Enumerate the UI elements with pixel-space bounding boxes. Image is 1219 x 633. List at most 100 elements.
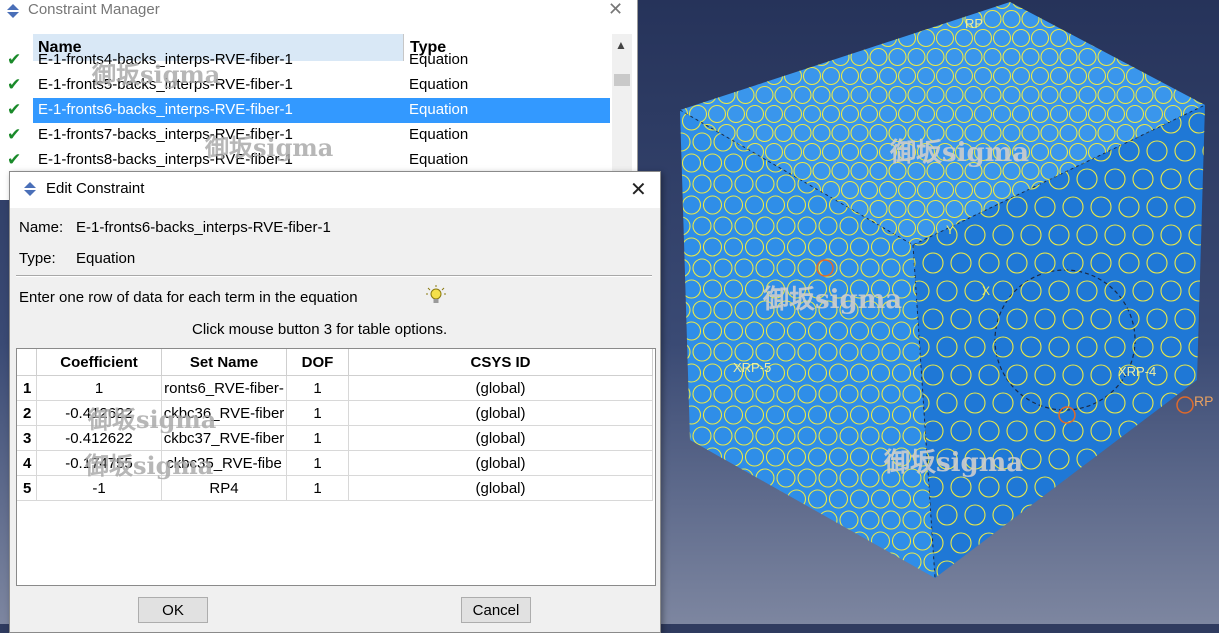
- instruction-text: Enter one row of data for each term in t…: [19, 289, 358, 306]
- cancel-button[interactable]: Cancel: [461, 597, 531, 623]
- abaqus-app-icon: [5, 3, 21, 19]
- mesh-node-circle: [1184, 0, 1201, 9]
- row-number: 2: [17, 401, 37, 426]
- mesh-node-circle: [842, 30, 859, 47]
- row-number: 3: [17, 426, 37, 451]
- mesh-node-circle: [889, 11, 906, 28]
- mesh-node-circle: [1146, 0, 1163, 9]
- edit-constraint-titlebar[interactable]: Edit Constraint ✕: [10, 172, 660, 208]
- mesh-node-circle: [832, 11, 849, 28]
- check-icon: ✔: [7, 75, 21, 95]
- mesh-node-circle: [662, 532, 680, 550]
- mesh-node-circle: [661, 87, 678, 104]
- mesh-node-circle: [975, 0, 992, 9]
- mesh-node-circle: [1117, 11, 1134, 28]
- cell-dof[interactable]: 1: [287, 451, 349, 476]
- header-csys-id[interactable]: CSYS ID: [349, 349, 653, 376]
- name-value: E-1-fronts6-backs_interps-RVE-fiber-1: [76, 219, 331, 236]
- mesh-node-circle: [672, 553, 690, 571]
- cell-coefficient[interactable]: 1: [37, 376, 162, 401]
- mesh-node-circle: [704, 532, 722, 550]
- rp-edge-label: RP: [1194, 393, 1213, 409]
- mesh-node-circle: [672, 91, 690, 109]
- mesh-node-circle: [1105, 449, 1125, 469]
- mesh-node-circle: [756, 11, 773, 28]
- cell-csys-id[interactable]: (global): [349, 476, 653, 501]
- mesh-node-circle: [652, 144, 669, 161]
- cell-dof[interactable]: 1: [287, 426, 349, 451]
- mesh-node-circle: [747, 0, 764, 9]
- mesh-node-circle: [699, 49, 716, 66]
- mesh-node-circle: [661, 49, 678, 66]
- mesh-node-circle: [1165, 0, 1182, 9]
- mesh-node-circle: [1174, 49, 1191, 66]
- mesh-node-circle: [1105, 561, 1125, 581]
- mesh-node-circle: [794, 49, 811, 66]
- mesh-node-circle: [671, 30, 688, 47]
- mesh-node-circle: [1091, 533, 1111, 553]
- mesh-node-circle: [709, 68, 726, 85]
- mesh-node-circle: [775, 11, 792, 28]
- constraint-type: Equation: [409, 51, 468, 68]
- mesh-node-circle: [1063, 533, 1083, 553]
- constraint-row[interactable]: ✔E-1-fronts6-backs_interps-RVE-fiber-1Eq…: [0, 98, 610, 123]
- mesh-node-circle: [672, 469, 690, 487]
- mesh-node-circle: [680, 11, 697, 28]
- mesh-node-circle: [1193, 49, 1210, 66]
- mesh-node-circle: [746, 574, 764, 592]
- mesh-node-circle: [1021, 505, 1041, 525]
- mesh-node-circle: [690, 0, 707, 9]
- cell-csys-id[interactable]: (global): [349, 401, 653, 426]
- mesh-node-circle: [725, 490, 743, 508]
- constraint-manager-titlebar[interactable]: Constraint Manager ✕: [0, 0, 637, 22]
- constraint-type: Equation: [409, 76, 468, 93]
- mesh-node-circle: [709, 30, 726, 47]
- cell-dof[interactable]: 1: [287, 476, 349, 501]
- mesh-node-circle: [870, 11, 887, 28]
- mesh-node-circle: [747, 30, 764, 47]
- close-icon[interactable]: ✕: [630, 177, 647, 202]
- cell-dof[interactable]: 1: [287, 401, 349, 426]
- mesh-node-circle: [785, 30, 802, 47]
- mesh-node-circle: [872, 574, 890, 592]
- cell-set-name[interactable]: ronts6_RVE-fiber-: [162, 376, 287, 401]
- mesh-node-circle: [746, 490, 764, 508]
- cell-csys-id[interactable]: (global): [349, 426, 653, 451]
- cell-csys-id[interactable]: (global): [349, 451, 653, 476]
- lightbulb-icon[interactable]: [426, 285, 446, 307]
- mesh-node-circle: [671, 0, 688, 9]
- constraint-type: Equation: [409, 151, 468, 168]
- abaqus-app-icon: [22, 181, 38, 197]
- mesh-node-circle: [1203, 253, 1219, 273]
- mesh-node-circle: [652, 68, 669, 85]
- mesh-node-circle: [662, 574, 680, 592]
- cell-csys-id[interactable]: (global): [349, 376, 653, 401]
- close-icon[interactable]: ✕: [608, 0, 623, 20]
- table-hint: Click mouse button 3 for table options.: [192, 321, 447, 338]
- mesh-node-circle: [1147, 533, 1167, 553]
- header-set-name[interactable]: Set Name: [162, 349, 287, 376]
- cell-dof[interactable]: 1: [287, 376, 349, 401]
- mesh-node-circle: [823, 0, 840, 9]
- constraint-type: Equation: [409, 126, 468, 143]
- mesh-node-circle: [823, 30, 840, 47]
- mesh-node-circle: [714, 553, 732, 571]
- mesh-node-circle: [794, 11, 811, 28]
- mesh-node-circle: [662, 280, 680, 298]
- mesh-node-circle: [908, 11, 925, 28]
- constraint-name: E-1-fronts6-backs_interps-RVE-fiber-1: [38, 101, 293, 118]
- mesh-node-circle: [1189, 449, 1209, 469]
- type-value: Equation: [76, 250, 135, 267]
- mesh-node-circle: [842, 0, 859, 9]
- mesh-node-circle: [788, 574, 806, 592]
- ok-button[interactable]: OK: [138, 597, 208, 623]
- scroll-up-icon[interactable]: ▲: [615, 38, 627, 52]
- header-coefficient[interactable]: Coefficient: [37, 349, 162, 376]
- mesh-node-circle: [777, 511, 795, 529]
- mesh-node-circle: [777, 553, 795, 571]
- mesh-node-circle: [861, 30, 878, 47]
- mesh-node-circle: [728, 68, 745, 85]
- mesh-node-circle: [652, 106, 669, 123]
- scroll-thumb[interactable]: [614, 74, 630, 86]
- header-dof[interactable]: DOF: [287, 349, 349, 376]
